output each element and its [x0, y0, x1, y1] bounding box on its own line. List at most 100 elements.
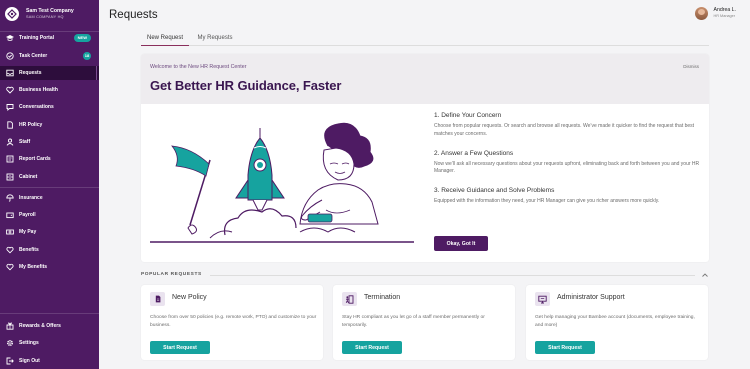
- sidebar-item-label: Benefits: [19, 247, 39, 253]
- chat-bubble-icon: [6, 103, 14, 111]
- graduation-cap-icon: [6, 34, 14, 42]
- sidebar-item-label: Conversations: [19, 104, 54, 110]
- request-card-description: Get help managing your Bambee account (d…: [535, 315, 695, 328]
- sidebar-item-label: Settings: [19, 340, 39, 346]
- avatar: [694, 7, 708, 20]
- popular-requests-heading: POPULAR REQUESTS: [141, 272, 202, 277]
- user-role: HR Manager: [713, 14, 736, 19]
- sidebar-item-label: Task Center: [19, 53, 48, 59]
- monitor-icon: [535, 292, 550, 306]
- step-text: Choose from popular requests. Or search …: [434, 123, 695, 137]
- how-it-works-steps: 1. Define Your Concern Choose from popul…: [434, 112, 702, 217]
- request-card-description: Stay HR compliant as you let go of a sta…: [342, 315, 485, 328]
- request-card-title: Administrator Support: [557, 294, 625, 301]
- sidebar-item-benefits[interactable]: Benefits: [0, 243, 99, 257]
- sidebar-item-label: Rewards & Offers: [19, 323, 61, 329]
- sidebar-item-label: My Pay: [19, 229, 37, 235]
- company-logo: [5, 7, 19, 21]
- sidebar-item-task-center[interactable]: Task Center 18: [0, 49, 99, 63]
- sidebar-item-insurance[interactable]: Insurance: [0, 191, 99, 205]
- welcome-card: Welcome to the New HR Request Center Dis…: [141, 54, 709, 262]
- welcome-text: Welcome to the New HR Request Center: [150, 64, 247, 70]
- step-text: Now we’ll ask all necessary questions ab…: [434, 160, 700, 175]
- step-title: 1. Define Your Concern: [434, 112, 502, 119]
- company-location: SAM COMPANY HQ: [26, 14, 64, 19]
- section-divider: [210, 275, 695, 276]
- rocket-illustration: [150, 122, 414, 243]
- new-badge: NEW: [73, 34, 91, 42]
- request-card-description: Choose from over 50 policies (e.g. remot…: [150, 315, 317, 328]
- sidebar-item-sign-out[interactable]: Sign Out: [0, 354, 99, 368]
- sidebar-item-hr-policy[interactable]: HR Policy: [0, 118, 99, 132]
- sidebar-item-label: Staff: [19, 139, 31, 145]
- step-text: Equipped with the information they need,…: [434, 198, 660, 204]
- dismiss-link[interactable]: Dismiss: [683, 64, 699, 69]
- sidebar-item-business-health[interactable]: Business Health: [0, 83, 99, 97]
- sidebar-item-rewards-offers[interactable]: Rewards & Offers: [0, 319, 99, 333]
- heart-icon: [6, 86, 14, 94]
- document-icon: [150, 292, 165, 306]
- request-card-administrator-support: Administrator Support Get help managing …: [526, 285, 708, 360]
- sidebar-item-label: Insurance: [19, 195, 43, 201]
- sidebar-item-label: Report Cards: [19, 156, 51, 162]
- sidebar-item-label: Sign Out: [19, 358, 40, 364]
- task-count-badge: 18: [83, 52, 91, 60]
- request-card-title: New Policy: [172, 294, 207, 301]
- welcome-banner: Welcome to the New HR Request Center Dis…: [141, 54, 709, 104]
- report-card-icon: [6, 155, 14, 163]
- request-tabs: New Request My Requests: [141, 30, 709, 46]
- headline: Get Better HR Guidance, Faster: [150, 78, 342, 93]
- sidebar-item-cabinet[interactable]: Cabinet: [0, 170, 99, 184]
- sidebar-item-my-benefits[interactable]: My Benefits: [0, 260, 99, 274]
- start-request-button[interactable]: Start Request: [150, 341, 210, 354]
- request-card-new-policy: New Policy Choose from over 50 policies …: [141, 285, 323, 360]
- sidebar-item-label: Training Portal: [19, 35, 55, 41]
- document-icon: [6, 121, 14, 129]
- gear-icon: [6, 339, 14, 347]
- chevron-up-icon[interactable]: [701, 271, 709, 279]
- sidebar-item-report-cards[interactable]: Report Cards: [0, 152, 99, 166]
- tab-new-request[interactable]: New Request: [141, 30, 189, 46]
- user-menu[interactable]: Andrea L. HR Manager: [694, 7, 737, 20]
- inbox-icon: [6, 69, 14, 77]
- step-title: 2. Answer a Few Questions: [434, 149, 514, 157]
- exit-door-icon: [342, 292, 357, 306]
- sidebar-item-conversations[interactable]: Conversations: [0, 100, 99, 114]
- sign-out-icon: [6, 357, 14, 365]
- sidebar-item-training-portal[interactable]: Training Portal NEW: [0, 31, 99, 45]
- sidebar: Sam Test Company SAM COMPANY HQ Training…: [0, 0, 99, 369]
- heart-hand-icon: [6, 263, 14, 271]
- heart-hand-icon: [6, 246, 14, 254]
- tab-my-requests[interactable]: My Requests: [191, 30, 239, 46]
- sidebar-item-staff[interactable]: Staff: [0, 135, 99, 149]
- company-switcher[interactable]: Sam Test Company SAM COMPANY HQ: [5, 6, 97, 22]
- page-title: Requests: [109, 9, 158, 21]
- company-name: Sam Test Company: [26, 7, 74, 14]
- person-icon: [6, 138, 14, 146]
- sidebar-item-label: Cabinet: [19, 174, 38, 180]
- gift-icon: [6, 322, 14, 330]
- umbrella-icon: [6, 194, 14, 202]
- start-request-button[interactable]: Start Request: [342, 341, 402, 354]
- sidebar-item-label: HR Policy: [19, 122, 43, 128]
- sidebar-item-label: My Benefits: [19, 264, 48, 270]
- sidebar-item-settings[interactable]: Settings: [0, 336, 99, 350]
- check-circle-icon: [6, 52, 14, 60]
- wallet-icon: [6, 211, 14, 219]
- money-icon: [6, 228, 14, 236]
- start-request-button[interactable]: Start Request: [535, 341, 595, 354]
- request-card-termination: Termination Stay HR compliant as you let…: [333, 285, 515, 360]
- sidebar-divider: [0, 187, 99, 188]
- cabinet-icon: [6, 173, 14, 181]
- sidebar-item-requests[interactable]: Requests: [0, 66, 99, 80]
- sidebar-item-payroll[interactable]: Payroll: [0, 208, 99, 222]
- sidebar-item-my-pay[interactable]: My Pay: [0, 225, 99, 239]
- sidebar-item-label: Business Health: [19, 87, 58, 93]
- sidebar-item-label: Payroll: [19, 212, 36, 218]
- okay-got-it-button[interactable]: Okay, Got It: [434, 236, 488, 251]
- request-card-title: Termination: [364, 294, 401, 301]
- sidebar-divider: [0, 313, 99, 314]
- sidebar-item-label: Requests: [19, 70, 42, 76]
- step-title: 3. Receive Guidance and Solve Problems: [434, 187, 555, 194]
- user-name: Andrea L.: [713, 7, 737, 13]
